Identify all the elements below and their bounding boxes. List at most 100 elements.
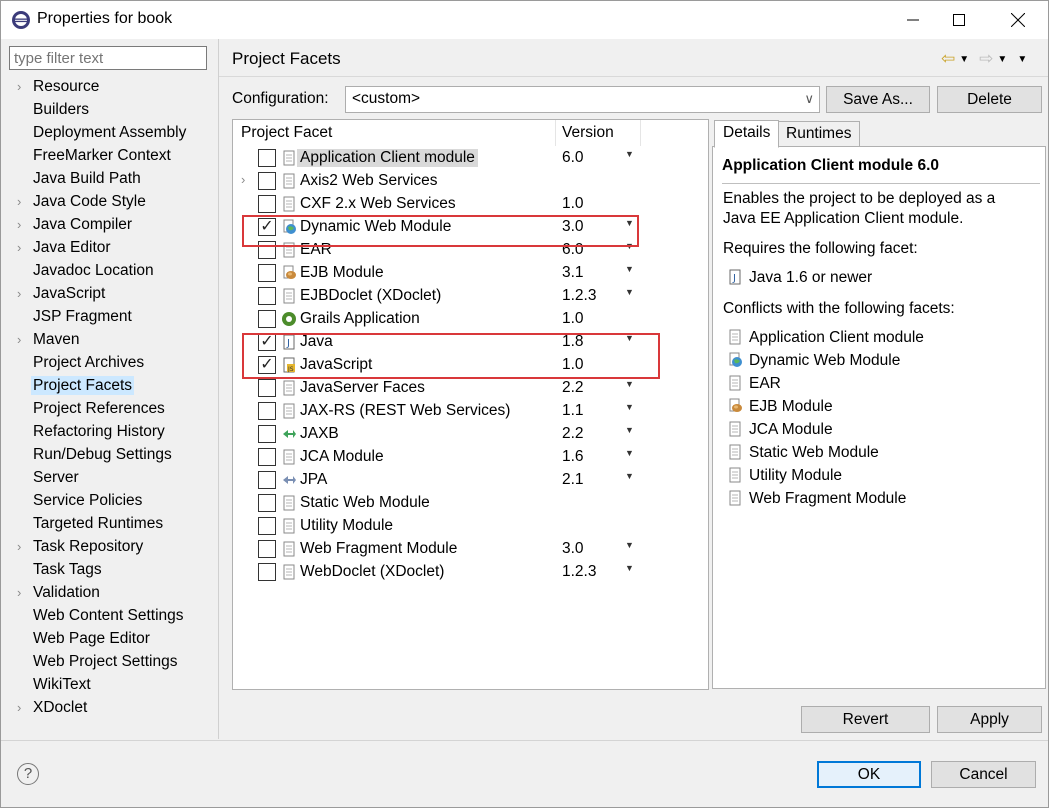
facet-version[interactable]: 1.2.3	[562, 563, 596, 581]
sidebar-item[interactable]: WikiText	[9, 673, 217, 696]
facet-checkbox[interactable]	[258, 517, 276, 535]
sidebar-item[interactable]: Project Archives	[9, 351, 217, 374]
apply-button[interactable]: Apply	[937, 706, 1042, 733]
sidebar-item[interactable]: Server	[9, 466, 217, 489]
facet-checkbox[interactable]	[258, 425, 276, 443]
facet-version[interactable]: 3.0	[562, 540, 584, 558]
dropdown-arrow-icon[interactable]: ▼	[625, 448, 634, 458]
facet-row[interactable]: JAXB 2.2 ▼	[233, 423, 708, 446]
sidebar-item[interactable]: JSP Fragment	[9, 305, 217, 328]
facet-row[interactable]: Application Client module 6.0 ▼	[233, 147, 708, 170]
sidebar-item[interactable]: › Java Editor	[9, 236, 217, 259]
dropdown-arrow-icon[interactable]: ▼	[625, 149, 634, 159]
sidebar-item[interactable]: Run/Debug Settings	[9, 443, 217, 466]
minimize-button[interactable]	[890, 1, 936, 39]
close-button[interactable]	[995, 1, 1041, 39]
facet-checkbox[interactable]	[258, 264, 276, 282]
help-icon[interactable]: ?	[17, 763, 39, 785]
facet-row[interactable]: WebDoclet (XDoclet) 1.2.3 ▼	[233, 561, 708, 584]
sidebar-item[interactable]: Deployment Assembly	[9, 121, 217, 144]
sidebar-item[interactable]: Refactoring History	[9, 420, 217, 443]
sidebar-item[interactable]: Project Facets	[9, 374, 217, 397]
dropdown-arrow-icon[interactable]: ▼	[625, 471, 634, 481]
chevron-right-icon[interactable]: ›	[17, 696, 27, 719]
facet-checkbox[interactable]	[258, 540, 276, 558]
filter-input[interactable]	[9, 46, 207, 70]
facet-row[interactable]: JAX-RS (REST Web Services) 1.1 ▼	[233, 400, 708, 423]
sidebar-item[interactable]: Web Content Settings	[9, 604, 217, 627]
sidebar-item[interactable]: FreeMarker Context	[9, 144, 217, 167]
back-menu-icon[interactable]: ▼	[959, 54, 969, 65]
facet-checkbox[interactable]	[258, 287, 276, 305]
dropdown-arrow-icon[interactable]: ▼	[625, 425, 634, 435]
back-arrow-icon[interactable]: ⇦	[941, 49, 955, 69]
delete-button[interactable]: Delete	[937, 86, 1042, 113]
facet-row[interactable]: Static Web Module	[233, 492, 708, 515]
sidebar-item[interactable]: › Task Repository	[9, 535, 217, 558]
facet-row[interactable]: EJB Module 3.1 ▼	[233, 262, 708, 285]
facet-checkbox[interactable]	[258, 494, 276, 512]
column-header-version[interactable]: Version	[562, 124, 614, 142]
chevron-right-icon[interactable]: ›	[17, 328, 27, 351]
facet-version[interactable]: 1.1	[562, 402, 584, 420]
facet-checkbox[interactable]	[258, 172, 276, 190]
sash-divider[interactable]	[218, 39, 219, 739]
facet-row[interactable]: JCA Module 1.6 ▼	[233, 446, 708, 469]
forward-arrow-icon[interactable]: ⇨	[979, 49, 993, 69]
sidebar-item[interactable]: Java Build Path	[9, 167, 217, 190]
cancel-button[interactable]: Cancel	[931, 761, 1036, 788]
maximize-button[interactable]	[936, 1, 982, 39]
facet-checkbox[interactable]	[258, 563, 276, 581]
chevron-right-icon[interactable]: ›	[17, 75, 27, 98]
facet-version[interactable]: 6.0	[562, 149, 584, 167]
facet-checkbox[interactable]	[258, 310, 276, 328]
facet-checkbox[interactable]	[258, 402, 276, 420]
configuration-combo[interactable]: <custom> ∨	[345, 86, 820, 113]
facet-version[interactable]: 2.2	[562, 425, 584, 443]
facet-version[interactable]: 2.1	[562, 471, 584, 489]
column-header-facet[interactable]: Project Facet	[241, 124, 332, 142]
save-as-button[interactable]: Save As...	[826, 86, 930, 113]
facet-row[interactable]: Grails Application 1.0	[233, 308, 708, 331]
facet-row[interactable]: EJBDoclet (XDoclet) 1.2.3 ▼	[233, 285, 708, 308]
forward-menu-icon[interactable]: ▼	[997, 54, 1007, 65]
facet-version[interactable]: 1.6	[562, 448, 584, 466]
chevron-right-icon[interactable]: ›	[17, 581, 27, 604]
chevron-right-icon[interactable]: ›	[17, 282, 27, 305]
facet-checkbox[interactable]	[258, 149, 276, 167]
sidebar-item[interactable]: Targeted Runtimes	[9, 512, 217, 535]
facet-checkbox[interactable]	[258, 471, 276, 489]
facet-row[interactable]: CXF 2.x Web Services 1.0	[233, 193, 708, 216]
tab-details[interactable]: Details	[714, 120, 780, 148]
chevron-right-icon[interactable]: ›	[241, 172, 245, 187]
sidebar-item[interactable]: › Java Code Style	[9, 190, 217, 213]
view-menu-icon[interactable]: ▼	[1017, 54, 1027, 65]
facet-checkbox[interactable]	[258, 448, 276, 466]
facet-row[interactable]: JavaServer Faces 2.2 ▼	[233, 377, 708, 400]
dropdown-arrow-icon[interactable]: ▼	[625, 402, 634, 412]
chevron-right-icon[interactable]: ›	[17, 190, 27, 213]
sidebar-item[interactable]: Web Page Editor	[9, 627, 217, 650]
facet-version[interactable]: 1.2.3	[562, 287, 596, 305]
facet-row[interactable]: JPA 2.1 ▼	[233, 469, 708, 492]
revert-button[interactable]: Revert	[801, 706, 930, 733]
sidebar-item[interactable]: › Validation	[9, 581, 217, 604]
dropdown-arrow-icon[interactable]: ▼	[625, 264, 634, 274]
facet-version[interactable]: 2.2	[562, 379, 584, 397]
column-divider[interactable]	[555, 120, 556, 146]
dropdown-arrow-icon[interactable]: ▼	[625, 287, 634, 297]
dropdown-arrow-icon[interactable]: ▼	[625, 540, 634, 550]
chevron-right-icon[interactable]: ›	[17, 213, 27, 236]
facet-row[interactable]: › Axis2 Web Services	[233, 170, 708, 193]
sidebar-item[interactable]: › JavaScript	[9, 282, 217, 305]
chevron-right-icon[interactable]: ›	[17, 535, 27, 558]
facet-row[interactable]: Web Fragment Module 3.0 ▼	[233, 538, 708, 561]
sidebar-item[interactable]: Service Policies	[9, 489, 217, 512]
facet-checkbox[interactable]	[258, 195, 276, 213]
ok-button[interactable]: OK	[817, 761, 921, 788]
sidebar-item[interactable]: › Resource	[9, 75, 217, 98]
sidebar-item[interactable]: Javadoc Location	[9, 259, 217, 282]
dropdown-arrow-icon[interactable]: ▼	[625, 563, 634, 573]
facet-version[interactable]: 3.1	[562, 264, 584, 282]
sidebar-item[interactable]: Task Tags	[9, 558, 217, 581]
